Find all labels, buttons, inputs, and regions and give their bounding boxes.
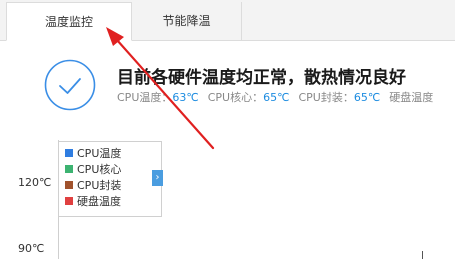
legend-swatch bbox=[65, 197, 73, 205]
legend-label: CPU封装 bbox=[77, 179, 122, 192]
legend-swatch bbox=[65, 149, 73, 157]
y-tick-label: 90℃ bbox=[18, 242, 45, 255]
metric-disk-temp-label: 硬盘温度 bbox=[389, 91, 434, 104]
legend-item-cpu-package[interactable]: CPU封装 bbox=[65, 178, 121, 194]
metric-cpu-core-value: 65℃ bbox=[263, 91, 290, 104]
legend-item-disk-temp[interactable]: 硬盘温度 bbox=[65, 194, 121, 210]
temperature-metrics: CPU温度：63℃ CPU核心：65℃ CPU封装：65℃ 硬盘温度 bbox=[117, 89, 433, 105]
legend-label: 硬盘温度 bbox=[77, 195, 121, 208]
metric-cpu-core-label: CPU核心： bbox=[207, 91, 264, 104]
tab-energy-cooling[interactable]: 节能降温 bbox=[132, 2, 242, 40]
legend-swatch bbox=[65, 181, 73, 189]
metric-cpu-temp-value: 63℃ bbox=[172, 91, 199, 104]
legend-collapse-button[interactable]: › bbox=[152, 170, 163, 186]
metric-cpu-temp-label: CPU温度： bbox=[117, 91, 173, 104]
tab-bar: 温度监控 节能降温 bbox=[0, 0, 455, 41]
metric-cpu-package-value: 65℃ bbox=[353, 91, 381, 104]
legend-item-cpu-temp[interactable]: CPU温度 bbox=[65, 146, 121, 162]
temperature-monitor-panel: 温度监控 节能降温 目前各硬件温度均正常，散热情况良好 CPU温度：63℃ CPU… bbox=[0, 0, 455, 259]
tab-temperature-monitor[interactable]: 温度监控 bbox=[6, 2, 132, 41]
chart-legend: CPU温度 CPU核心 CPU封装 硬盘温度 bbox=[58, 141, 162, 217]
chart-x-tick bbox=[422, 251, 423, 259]
status-headline: 目前各硬件温度均正常，散热情况良好 bbox=[117, 68, 406, 88]
metric-cpu-package-label: CPU封装： bbox=[298, 91, 354, 104]
legend-swatch bbox=[65, 165, 73, 173]
check-circle-icon bbox=[44, 59, 96, 111]
legend-item-cpu-core[interactable]: CPU核心 bbox=[65, 162, 121, 178]
y-tick-label: 120℃ bbox=[18, 176, 52, 189]
legend-label: CPU温度 bbox=[77, 147, 122, 160]
legend-label: CPU核心 bbox=[77, 163, 122, 176]
